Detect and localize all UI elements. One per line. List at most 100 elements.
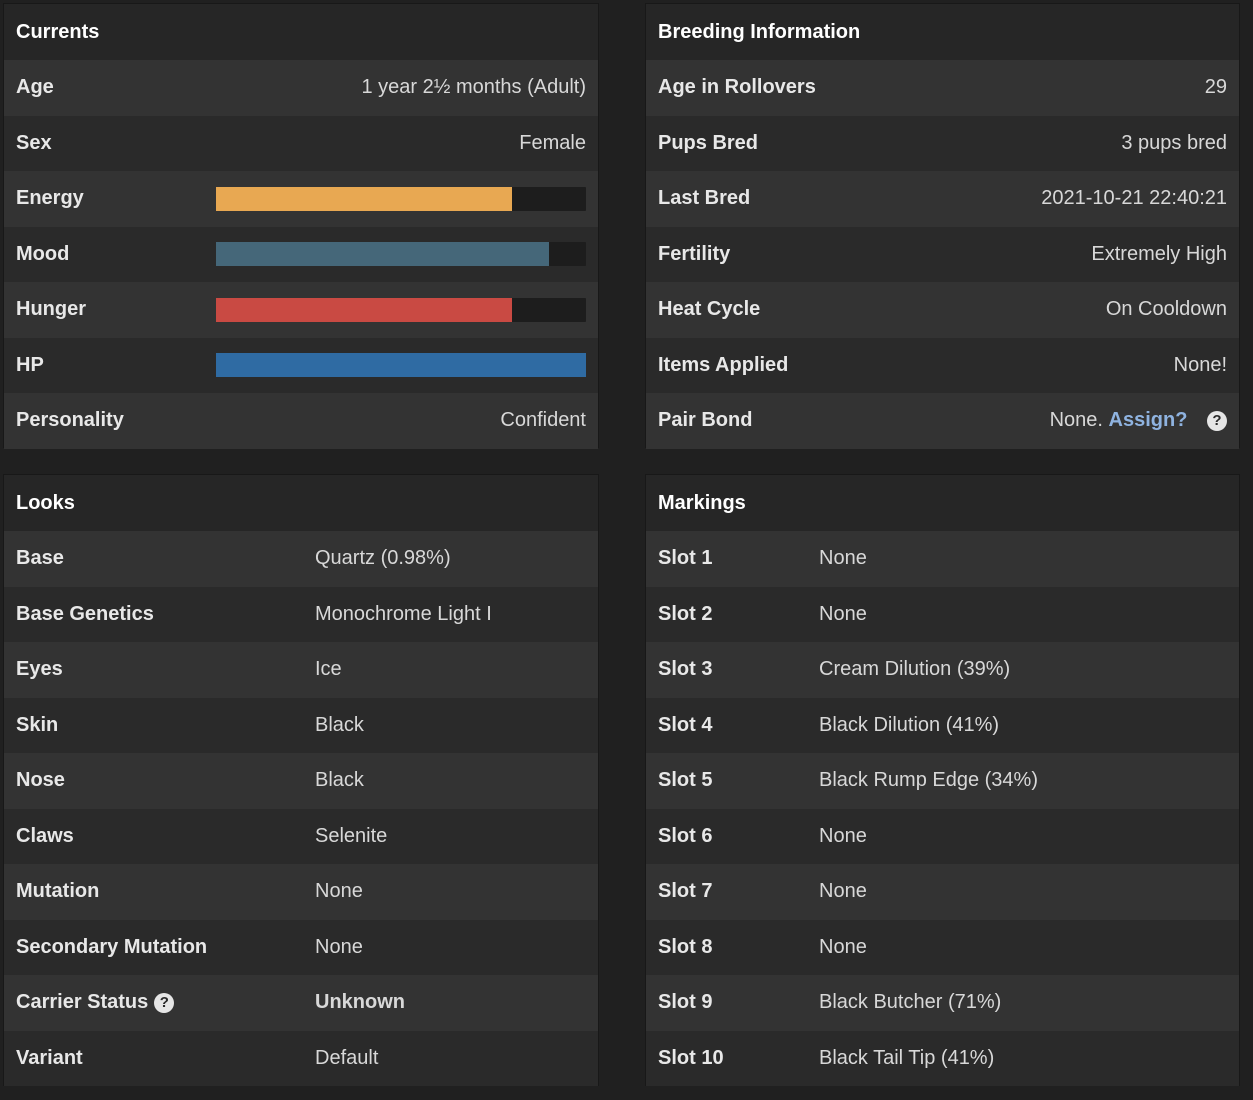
row-label-text: Secondary Mutation	[16, 935, 208, 958]
hp-label: HP	[16, 353, 44, 376]
row-label-text: Slot 8	[658, 935, 713, 958]
hunger-bar-fill	[216, 297, 512, 322]
energy-bar	[216, 186, 586, 211]
row-label: Base	[16, 547, 315, 570]
row-label-text: Slot 3	[658, 658, 713, 681]
row-label-text: Base	[16, 547, 64, 570]
row-value: Default	[315, 1046, 379, 1069]
table-row: Mutation None	[4, 864, 598, 920]
question-circle-icon[interactable]: ?	[1207, 410, 1227, 431]
age-rollovers-value: 29	[1204, 76, 1227, 99]
row-label: Slot 5	[658, 769, 819, 792]
row-label-text: Nose	[16, 769, 65, 792]
row-value: Monochrome Light I	[315, 602, 492, 625]
row-label: Secondary Mutation	[16, 936, 315, 959]
table-row: Nose Black	[4, 753, 598, 809]
question-circle-icon[interactable]: ?	[154, 992, 175, 1013]
row-value: None	[819, 547, 867, 570]
table-row: Secondary Mutation None	[4, 919, 598, 975]
row-label-text: Carrier Status	[16, 991, 149, 1014]
row-value: None	[819, 602, 867, 625]
markings-title: Markings	[646, 475, 1239, 531]
carrier-status-link[interactable]: Unknown	[315, 991, 405, 1014]
fertility-label: Fertility	[658, 242, 731, 265]
markings-rows: Slot 1 None Slot 2 None Slot 3 Cream Dilution…	[646, 531, 1239, 1086]
row-value: Black Butcher (71%)	[819, 991, 1002, 1014]
row-value: Black	[315, 713, 364, 736]
row-label-text: Slot 7	[658, 880, 713, 903]
table-row: Slot 4 Black Dilution (41%)	[646, 697, 1239, 753]
currents-title: Currents	[4, 4, 598, 60]
table-row: Slot 7 None	[646, 864, 1239, 920]
row-label-text: Claws	[16, 824, 74, 847]
row-value: Black Dilution (41%)	[819, 713, 1000, 736]
sex-label: Sex	[16, 131, 52, 154]
row-label-text: Slot 6	[658, 824, 713, 847]
last-bred-value: 2021-10-21 22:40:21	[1041, 187, 1227, 210]
hp-bar-fill	[216, 353, 586, 378]
breeding-title: Breeding Information	[646, 4, 1239, 60]
table-row: Slot 6 None	[646, 808, 1239, 864]
row-value: Ice	[315, 658, 342, 681]
sex-row: Sex Female	[4, 115, 598, 171]
row-label: Carrier Status?	[16, 991, 315, 1014]
row-label-text: Base Genetics	[16, 602, 154, 625]
pair-bond-row: Pair Bond None. Assign? ?	[646, 393, 1239, 449]
fertility-value: Extremely High	[1091, 242, 1227, 265]
energy-label: Energy	[16, 187, 84, 210]
row-label: Variant	[16, 1047, 315, 1070]
row-value: Quartz (0.98%)	[315, 547, 451, 570]
row-value: None	[819, 880, 867, 903]
age-rollovers-label: Age in Rollovers	[658, 76, 816, 99]
row-value: Black Tail Tip (41%)	[819, 1046, 995, 1069]
row-value: None	[315, 935, 363, 958]
row-label-text: Slot 9	[658, 991, 713, 1014]
row-label-text: Variant	[16, 1046, 83, 1069]
hunger-row: Hunger	[4, 282, 598, 338]
hunger-label: Hunger	[16, 298, 86, 321]
row-value: Black Rump Edge (34%)	[819, 769, 1038, 792]
row-label-text: Slot 2	[658, 602, 713, 625]
row-value: None	[819, 935, 867, 958]
row-label-text: Skin	[16, 713, 59, 736]
looks-title: Looks	[4, 475, 598, 531]
row-value: None	[819, 824, 867, 847]
table-row: Slot 5 Black Rump Edge (34%)	[646, 753, 1239, 809]
sex-value: Female	[519, 131, 586, 154]
mood-bar-fill	[216, 242, 549, 267]
breeding-panel: Breeding Information Age in Rollovers 29…	[645, 3, 1240, 449]
row-label: Slot 4	[658, 714, 819, 737]
markings-panel: Markings Slot 1 None Slot 2 None Slot 3 Cream…	[645, 474, 1240, 1086]
pups-bred-value: 3 pups bred	[1121, 131, 1227, 154]
personality-value: Confident	[500, 409, 586, 432]
row-label-text: Slot 4	[658, 713, 713, 736]
row-label: Slot 7	[658, 880, 819, 903]
row-label: Mutation	[16, 880, 315, 903]
row-label: Slot 2	[658, 603, 819, 626]
row-label-text: Slot 5	[658, 769, 713, 792]
assign-link[interactable]: Assign?	[1109, 409, 1188, 431]
personality-row: Personality Confident	[4, 393, 598, 449]
row-label: Slot 10	[658, 1047, 819, 1070]
row-label-text: Eyes	[16, 658, 63, 681]
row-label: Slot 6	[658, 825, 819, 848]
items-applied-value: None!	[1173, 353, 1227, 376]
row-label: Nose	[16, 769, 315, 792]
looks-panel: Looks Base Quartz (0.98%) Base Genetics Mon…	[3, 474, 599, 1086]
row-label: Slot 9	[658, 991, 819, 1014]
row-value: Black	[315, 769, 364, 792]
table-row: Slot 9 Black Butcher (71%)	[646, 975, 1239, 1031]
table-row: Slot 3 Cream Dilution (39%)	[646, 642, 1239, 698]
table-row: Base Genetics Monochrome Light I	[4, 586, 598, 642]
table-row: Skin Black	[4, 697, 598, 753]
row-value: None	[315, 880, 363, 903]
age-value: 1 year 2½ months (Adult)	[361, 76, 586, 99]
row-value: Cream Dilution (39%)	[819, 658, 1011, 681]
row-label-text: Slot 1	[658, 547, 713, 570]
pair-bond-label: Pair Bond	[658, 409, 753, 432]
currents-panel: Currents Age 1 year 2½ months (Adult) Se…	[3, 3, 599, 449]
table-row: Slot 1 None	[646, 531, 1239, 587]
hunger-bar	[216, 297, 586, 322]
table-row: Base Quartz (0.98%)	[4, 531, 598, 587]
table-row: Variant Default	[4, 1030, 598, 1086]
